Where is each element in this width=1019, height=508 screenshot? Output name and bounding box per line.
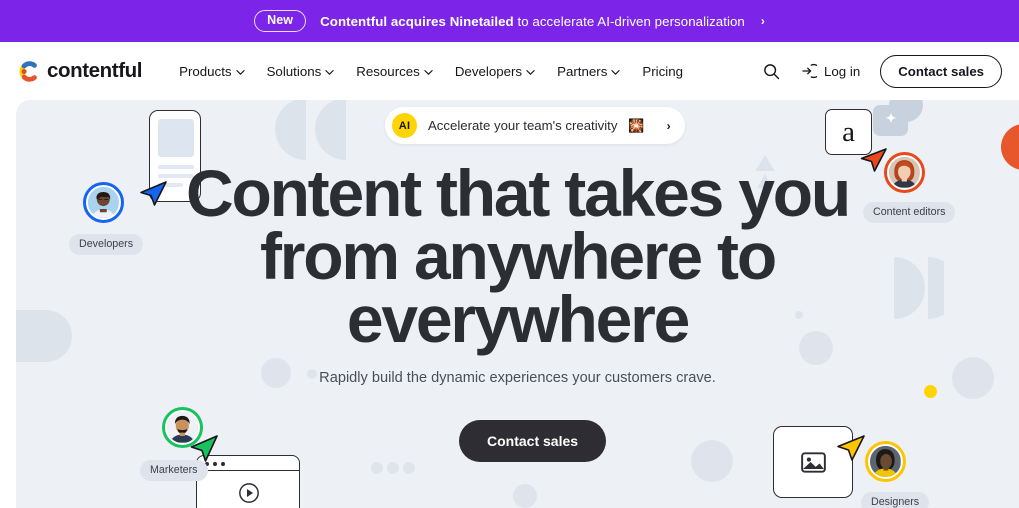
hero-section: AI Accelerate your team's creativity 🎇 ›… [16, 100, 1019, 508]
nav-item-partners[interactable]: Partners [557, 63, 621, 79]
ai-promo-text: Accelerate your team's creativity [428, 118, 618, 133]
ai-promo-pill[interactable]: AI Accelerate your team's creativity 🎇 › [385, 107, 685, 144]
nav-item-solutions-label: Solutions [266, 63, 322, 79]
nav-item-resources-label: Resources [356, 63, 420, 79]
announcement-bar[interactable]: New Contentful acquires Ninetailed to ac… [0, 0, 1019, 42]
nav-item-products-label: Products [179, 63, 232, 79]
avatar-content-editors [884, 152, 925, 193]
page-root: New Contentful acquires Ninetailed to ac… [0, 0, 1019, 508]
sparkle-icon [885, 112, 897, 124]
video-browser-dot-3 [221, 461, 225, 466]
chevron-down-icon [424, 69, 433, 75]
announcement-text: Contentful acquires Ninetailed to accele… [320, 14, 745, 29]
cursor-designers-icon [837, 435, 865, 461]
deco-dot-a [371, 462, 383, 474]
contentful-logo-icon [19, 60, 37, 82]
nav-item-partners-label: Partners [557, 63, 608, 79]
cursor-content-editors-icon [860, 148, 887, 172]
announcement-new-badge: New [254, 10, 307, 32]
contact-sales-nav-button[interactable]: Contact sales [880, 54, 1002, 88]
image-icon [800, 451, 826, 473]
announcement-rest: to accelerate AI-driven personalization [517, 13, 745, 29]
deco-circle-7 [513, 484, 537, 508]
avatar-content-editors-illustration [889, 157, 920, 188]
chevron-down-icon [526, 69, 535, 75]
chevron-down-icon [611, 69, 621, 75]
login-arrow-icon [802, 63, 817, 79]
persona-chip-designers: Designers [861, 492, 930, 508]
nav-item-products[interactable]: Products [179, 63, 245, 79]
nav-item-pricing-label: Pricing [642, 63, 684, 79]
letter-a-glyph: a [842, 115, 855, 148]
nav-links: Products Solutions Resources Developers … [179, 64, 683, 79]
cursor-marketers-icon [190, 435, 218, 462]
nav-item-solutions[interactable]: Solutions [267, 64, 335, 79]
announcement-lead: Contentful acquires Ninetailed [320, 13, 514, 29]
avatar-designers-illustration [870, 446, 901, 477]
cursor-developers-icon [140, 181, 167, 206]
sparkle-badge [873, 105, 908, 136]
deco-dot-b [387, 462, 399, 474]
hero-headline-line-3: everywhere [346, 282, 690, 356]
main-navbar: contentful Products Solutions Resources … [0, 42, 1019, 100]
chevron-down-icon [235, 69, 245, 75]
document-card-image-block [158, 119, 194, 157]
chevron-down-icon [325, 69, 334, 75]
search-icon [763, 63, 779, 79]
avatar-content-editors-photo [889, 157, 920, 188]
search-button[interactable] [754, 54, 788, 88]
contentful-logo[interactable]: contentful [17, 59, 142, 84]
deco-half-circles-left-icon [275, 100, 346, 160]
login-label: Log in [824, 63, 861, 79]
nav-item-developers[interactable]: Developers [455, 64, 535, 79]
chevron-right-icon: › [760, 14, 765, 28]
nav-right-actions: Log in Contact sales [754, 54, 1002, 88]
avatar-designers-photo [870, 446, 901, 477]
avatar-developers-illustration [88, 187, 119, 218]
nav-item-resources[interactable]: Resources [356, 64, 433, 79]
deco-yellow-dot [924, 385, 937, 398]
nav-item-pricing[interactable]: Pricing [642, 64, 683, 79]
chevron-right-icon: › [666, 118, 671, 133]
hero-contact-sales-button[interactable]: Contact sales [459, 420, 607, 462]
play-icon [239, 483, 259, 503]
hero-headline-line-2: from anywhere to [260, 219, 777, 293]
hero-subheadline: Rapidly build the dynamic experiences yo… [319, 370, 716, 386]
deco-circle-6 [691, 440, 733, 482]
deco-double-half-circle-left [272, 100, 346, 160]
ai-badge: AI [392, 113, 417, 138]
avatar-designers [865, 441, 906, 482]
contentful-wordmark: contentful [47, 59, 143, 82]
nav-item-developers-label: Developers [454, 63, 523, 79]
avatar-developers [83, 182, 124, 223]
login-button[interactable]: Log in [801, 63, 860, 79]
deco-dot-c [403, 462, 415, 474]
avatar-developers-photo [88, 187, 119, 218]
sparkle-icon: 🎇 [628, 117, 645, 133]
